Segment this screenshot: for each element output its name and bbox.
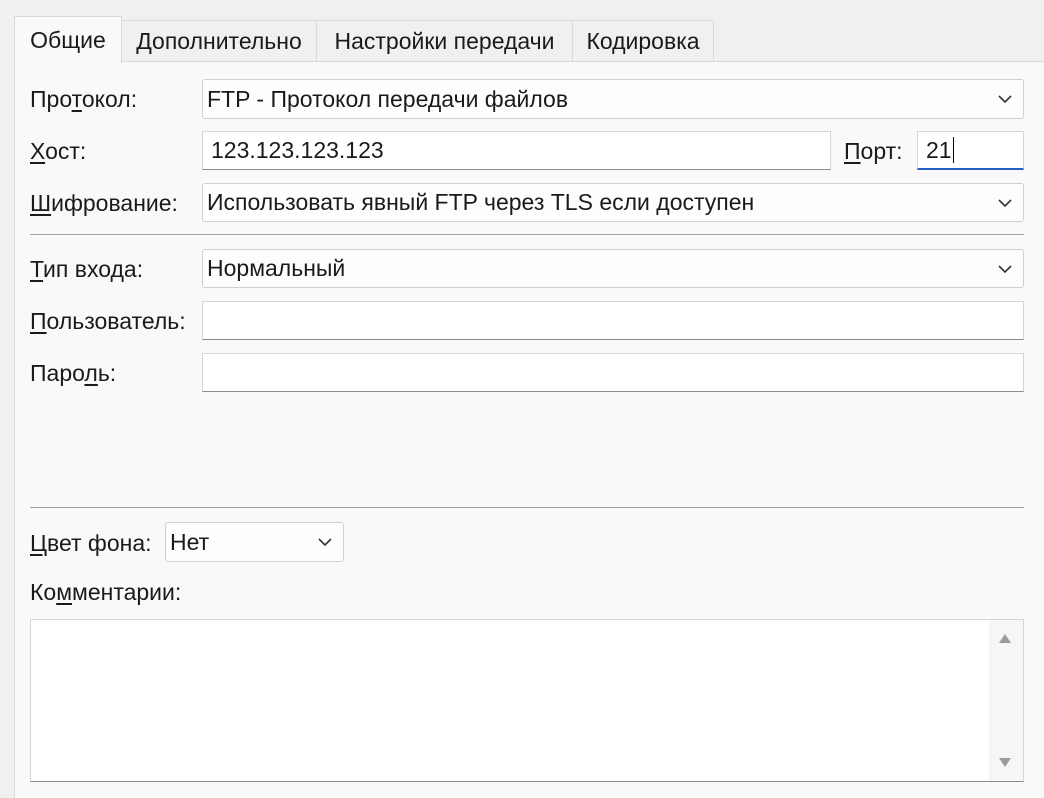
chevron-down-icon <box>998 198 1012 207</box>
protocol-select[interactable]: FTP - Протокол передачи файлов <box>202 79 1024 119</box>
port-input-value: 21 <box>926 136 952 163</box>
host-input-value: 123.123.123.123 <box>211 137 384 163</box>
separator <box>30 507 1024 508</box>
text-caret <box>952 137 955 163</box>
chevron-down-icon <box>998 95 1012 104</box>
password-label: Пароль: <box>30 360 117 386</box>
tab-transfer-settings[interactable]: Настройки передачи <box>316 20 573 62</box>
port-input[interactable]: 21 <box>917 131 1024 170</box>
tab-advanced-label: Дополнительно <box>136 28 302 54</box>
logon-type-label: Тип входа: <box>30 256 144 282</box>
port-label: Порт: <box>844 138 903 164</box>
encryption-label: Шифрование: <box>30 190 178 216</box>
user-label: Пользователь: <box>30 308 186 334</box>
host-input[interactable]: 123.123.123.123 <box>202 131 831 170</box>
chevron-down-icon <box>318 538 332 547</box>
protocol-label: Протокол: <box>30 86 138 112</box>
background-color-select[interactable]: Нет <box>165 522 344 562</box>
logon-type-select-value: Нормальный <box>207 255 346 281</box>
logon-type-select[interactable]: Нормальный <box>202 249 1024 288</box>
scroll-down-icon[interactable] <box>999 758 1011 767</box>
tab-general-label: Общие <box>30 26 106 53</box>
separator <box>30 234 1024 235</box>
comments-scrollbar[interactable] <box>989 620 1023 781</box>
encryption-select[interactable]: Использовать явный FTP через TLS если до… <box>202 183 1024 222</box>
comments-textarea[interactable] <box>30 619 1024 782</box>
background-color-select-value: Нет <box>170 528 210 555</box>
chevron-down-icon <box>998 264 1012 273</box>
tab-strip: Общие Дополнительно Настройки передачи К… <box>14 16 714 63</box>
protocol-select-value: FTP - Протокол передачи файлов <box>207 85 569 112</box>
host-label: Хост: <box>30 138 87 164</box>
scroll-up-icon[interactable] <box>999 634 1011 643</box>
tab-charset[interactable]: Кодировка <box>572 20 714 62</box>
tab-transfer-settings-label: Настройки передачи <box>334 28 555 54</box>
tab-advanced[interactable]: Дополнительно <box>121 20 317 62</box>
background-color-label: Цвет фона: <box>30 530 152 556</box>
comments-label: Комментарии: <box>30 579 182 605</box>
user-input[interactable] <box>202 301 1024 340</box>
password-input[interactable] <box>202 353 1024 392</box>
tab-charset-label: Кодировка <box>586 28 700 54</box>
tab-general[interactable]: Общие <box>14 16 122 63</box>
encryption-select-value: Использовать явный FTP через TLS если до… <box>207 189 755 215</box>
